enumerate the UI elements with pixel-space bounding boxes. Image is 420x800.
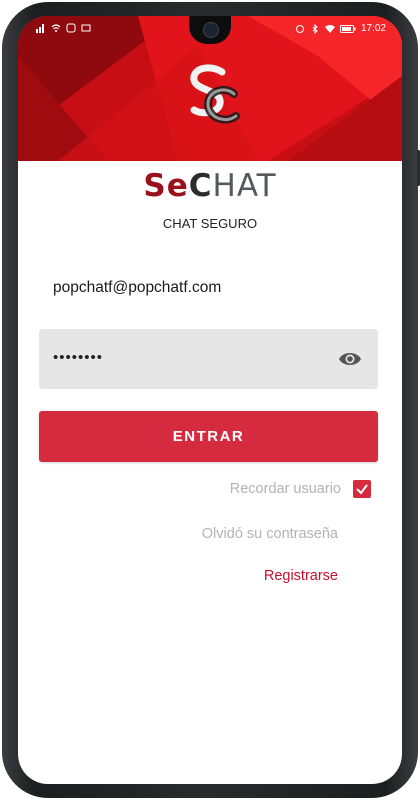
app-logo-icon (190, 64, 240, 124)
remember-user-label: Recordar usuario (229, 481, 341, 497)
status-left-icons (36, 23, 91, 33)
status-time: 17:02 (360, 23, 386, 34)
register-link[interactable]: Registrarse (264, 568, 338, 584)
brand-logo: SeCHAT (18, 168, 402, 204)
remember-user-checkbox[interactable] (353, 480, 371, 498)
app-subtitle: CHAT SEGURO (162, 216, 258, 231)
login-button[interactable]: ENTRAR (39, 411, 378, 462)
status-right-icons: 17:02 (295, 23, 386, 34)
app-screen: 17:02 SeCHAT CHAT SEGURO popchatf@popcha… (18, 16, 402, 784)
phone-device: 17:02 SeCHAT CHAT SEGURO popchatf@popcha… (0, 0, 420, 800)
forgot-password-link[interactable]: Olvidó su contraseña (202, 526, 338, 542)
signal-icon (36, 24, 44, 33)
brand-part-c: C (188, 168, 213, 204)
bluetooth-icon (312, 23, 318, 34)
check-icon (356, 484, 368, 495)
brand-wordmark: SeCHAT (143, 168, 276, 204)
brand-part-sec: Se (143, 168, 189, 204)
email-input[interactable]: popchatf@popchatf.com (39, 268, 379, 308)
remember-user-row[interactable]: Recordar usuario (230, 480, 371, 498)
eye-icon[interactable] (338, 348, 362, 370)
password-input[interactable]: •••••••• (39, 329, 378, 389)
brand-part-hat: HAT (212, 168, 277, 204)
notification-icon (66, 23, 76, 33)
status-bar: 17:02 (18, 16, 402, 42)
wifi-icon (51, 24, 61, 32)
password-value: •••••••• (53, 349, 104, 366)
wifi-strength-icon (324, 24, 335, 33)
battery-icon (339, 24, 356, 33)
message-icon (81, 24, 91, 32)
header-banner: 17:02 (18, 16, 402, 161)
alarm-icon (295, 24, 304, 33)
